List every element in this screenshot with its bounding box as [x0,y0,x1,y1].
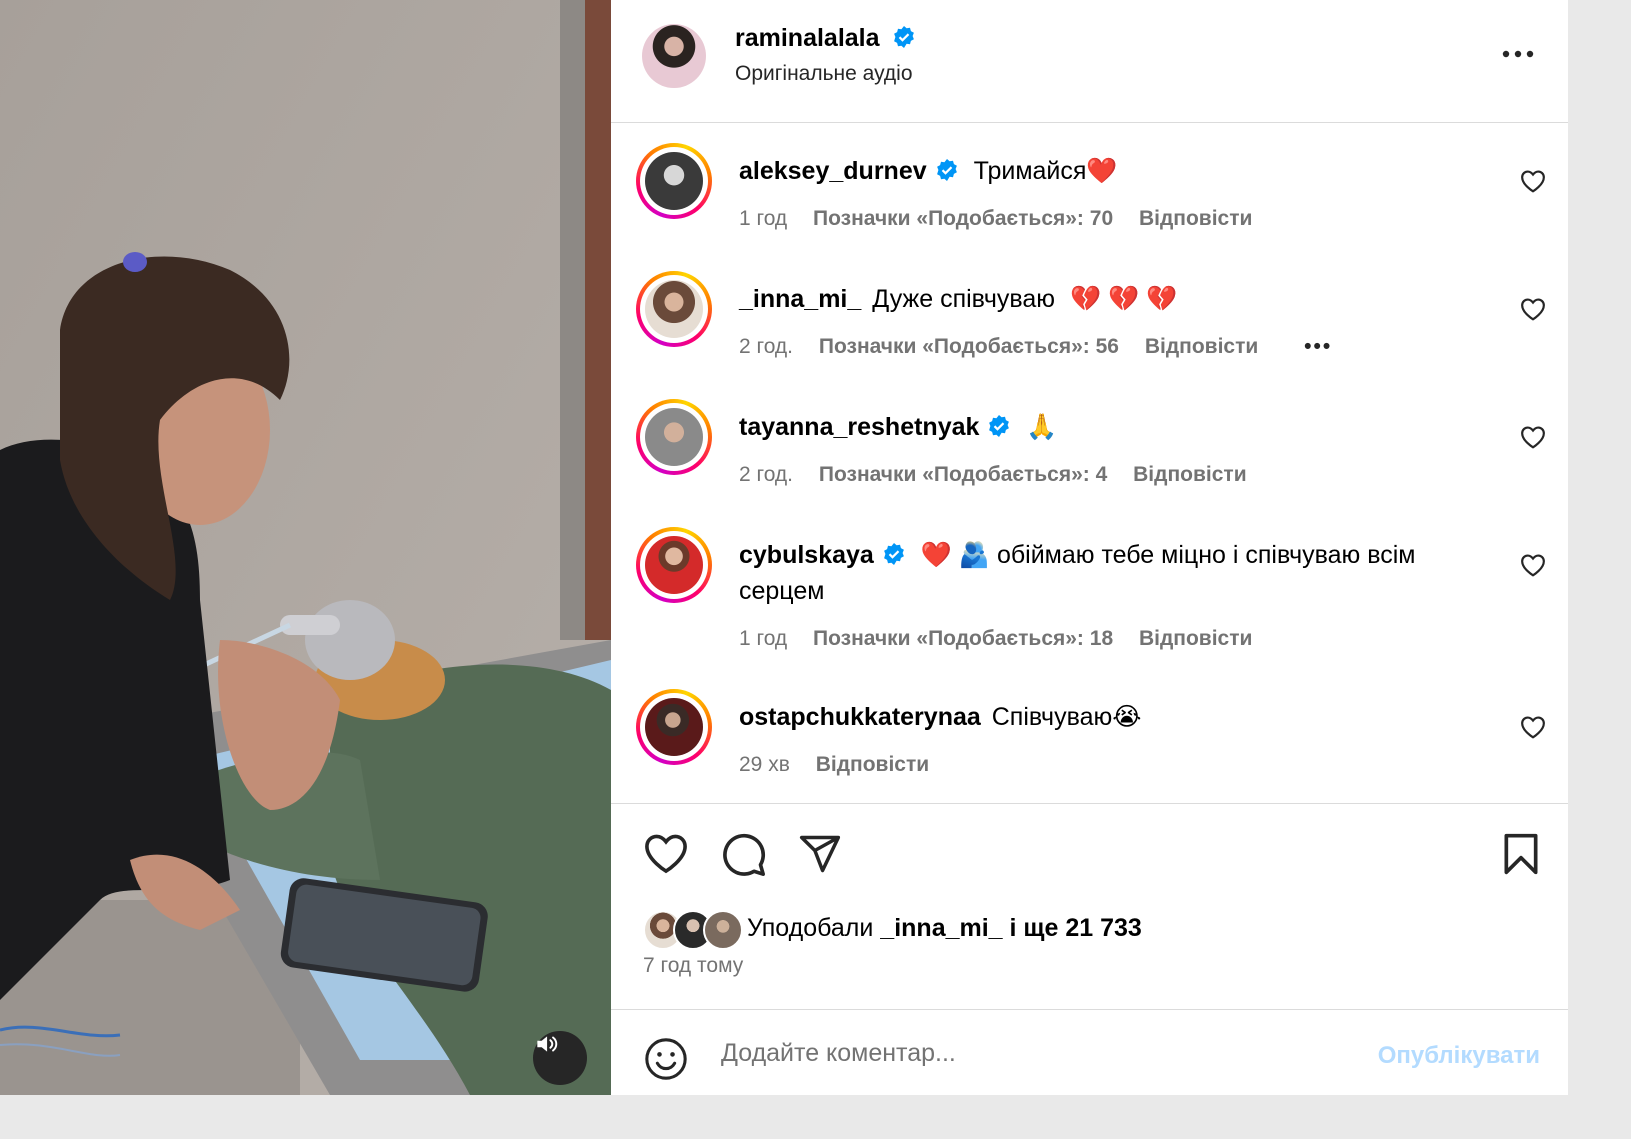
emoji-icon[interactable] [643,1036,689,1082]
comment-avatar[interactable] [636,271,712,347]
comment-time[interactable]: 2 год. [739,335,793,358]
volume-button[interactable] [533,1031,587,1085]
comment-input[interactable] [719,1032,1323,1074]
post-modal: raminalalala Оригінальне аудіо aleksey_d… [0,0,1568,1095]
comment-text: cybulskaya ❤️ 🫂 обіймаю тебе міцно і спі… [739,537,1479,609]
comment-likes[interactable]: Позначки «Подобається»: 56 [819,335,1119,358]
reply-button[interactable]: Відповісти [1139,627,1252,650]
volume-icon [537,1036,558,1052]
comment-text: ostapchukkaterynaa Співчуваю😭 [739,699,1479,735]
likes-prefix: Уподобали [747,914,874,942]
post-actions: Уподобали _inna_mi_ і ще 21 733 7 год то… [611,804,1568,1010]
comment-like-heart-icon[interactable] [1520,715,1546,739]
comment-likes[interactable]: Позначки «Подобається»: 18 [813,627,1113,650]
comment-meta: 1 год Позначки «Подобається»: 18 Відпові… [739,627,1272,651]
post-video[interactable] [0,0,611,1095]
comment-composer: Опублікувати [611,1010,1568,1095]
comment-avatar[interactable] [636,143,712,219]
liker-avatar [703,910,743,950]
comment-time[interactable]: 1 год [739,627,787,650]
comment-emoji: 💔 💔 💔 [1069,285,1178,313]
author-avatar[interactable] [642,24,706,88]
comment-time[interactable]: 29 хв [739,753,790,776]
heart-icon[interactable] [643,832,689,874]
comment-time[interactable]: 2 год. [739,463,793,486]
video-frame-illustration [0,0,611,1095]
comment-username[interactable]: _inna_mi_ [739,285,861,313]
comment-like-heart-icon[interactable] [1520,425,1546,449]
share-icon[interactable] [798,832,842,876]
comment-emoji: ❤️ 🫂 [920,541,990,569]
likers-avatars[interactable] [643,910,743,950]
verified-badge-icon [894,26,914,48]
comment-emoji: ❤️ [1086,157,1118,185]
post-time[interactable]: 7 год тому [643,954,743,978]
comment-more-icon[interactable]: ••• [1304,335,1332,358]
comment-icon[interactable] [721,832,767,878]
author-username[interactable]: raminalalala [735,24,880,52]
comment-body: Співчуваю [991,703,1113,731]
comment-text: _inna_mi_ Дуже співчуваю 💔 💔 💔 [739,281,1479,317]
more-horizontal-icon[interactable] [1501,44,1535,64]
author-line: raminalalala [735,24,916,53]
comment-time[interactable]: 1 год [739,207,787,230]
comment-avatar[interactable] [636,399,712,475]
comment-emoji: 😭 [1112,703,1142,731]
publish-button[interactable]: Опублікувати [1378,1042,1540,1070]
bookmark-icon[interactable] [1501,832,1541,876]
comment-body: Тримайся [973,157,1087,185]
likes-text: Уподобали _inna_mi_ і ще 21 733 [747,914,1142,943]
reply-button[interactable]: Відповісти [1139,207,1252,230]
verified-badge-icon [936,159,957,181]
comment-username[interactable]: cybulskaya [739,541,874,569]
comment-likes[interactable]: Позначки «Подобається»: 4 [819,463,1107,486]
post-side-panel: raminalalala Оригінальне аудіо aleksey_d… [611,0,1568,1095]
post-header: raminalalala Оригінальне аудіо [611,0,1568,123]
reply-button[interactable]: Відповісти [1145,335,1258,358]
comment-likes[interactable]: Позначки «Подобається»: 70 [813,207,1113,230]
comment-username[interactable]: ostapchukkaterynaa [739,703,981,731]
comment-like-heart-icon[interactable] [1520,169,1546,193]
comment-meta: 29 хв Відповісти [739,753,949,777]
comment-meta: 1 год Позначки «Подобається»: 70 Відпові… [739,207,1272,231]
comments-list[interactable]: aleksey_durnev Тримайся❤️ 1 год Позначки… [611,123,1568,804]
likes-user[interactable]: _inna_mi_ [880,914,1002,942]
comment-username[interactable]: aleksey_durnev [739,157,927,185]
comment-meta: 2 год. Позначки «Подобається»: 56 Відпов… [739,335,1352,359]
comment-meta: 2 год. Позначки «Подобається»: 4 Відпові… [739,463,1267,487]
comment-avatar[interactable] [636,689,712,765]
comment-text: aleksey_durnev Тримайся❤️ [739,153,1479,189]
comment-like-heart-icon[interactable] [1520,553,1546,577]
verified-badge-icon [883,543,904,565]
comment-like-heart-icon[interactable] [1520,297,1546,321]
comment-body: Дуже співчуваю [872,285,1055,313]
comment-text: tayanna_reshetnyak 🙏 [739,409,1479,445]
audio-label[interactable]: Оригінальне аудіо [735,62,913,86]
reply-button[interactable]: Відповісти [1133,463,1246,486]
reply-button[interactable]: Відповісти [816,753,929,776]
comment-avatar[interactable] [636,527,712,603]
verified-badge-icon [989,415,1010,437]
likes-count[interactable]: і ще 21 733 [1010,914,1142,942]
comment-username[interactable]: tayanna_reshetnyak [739,413,979,441]
comment-emoji: 🙏 [1026,413,1058,441]
